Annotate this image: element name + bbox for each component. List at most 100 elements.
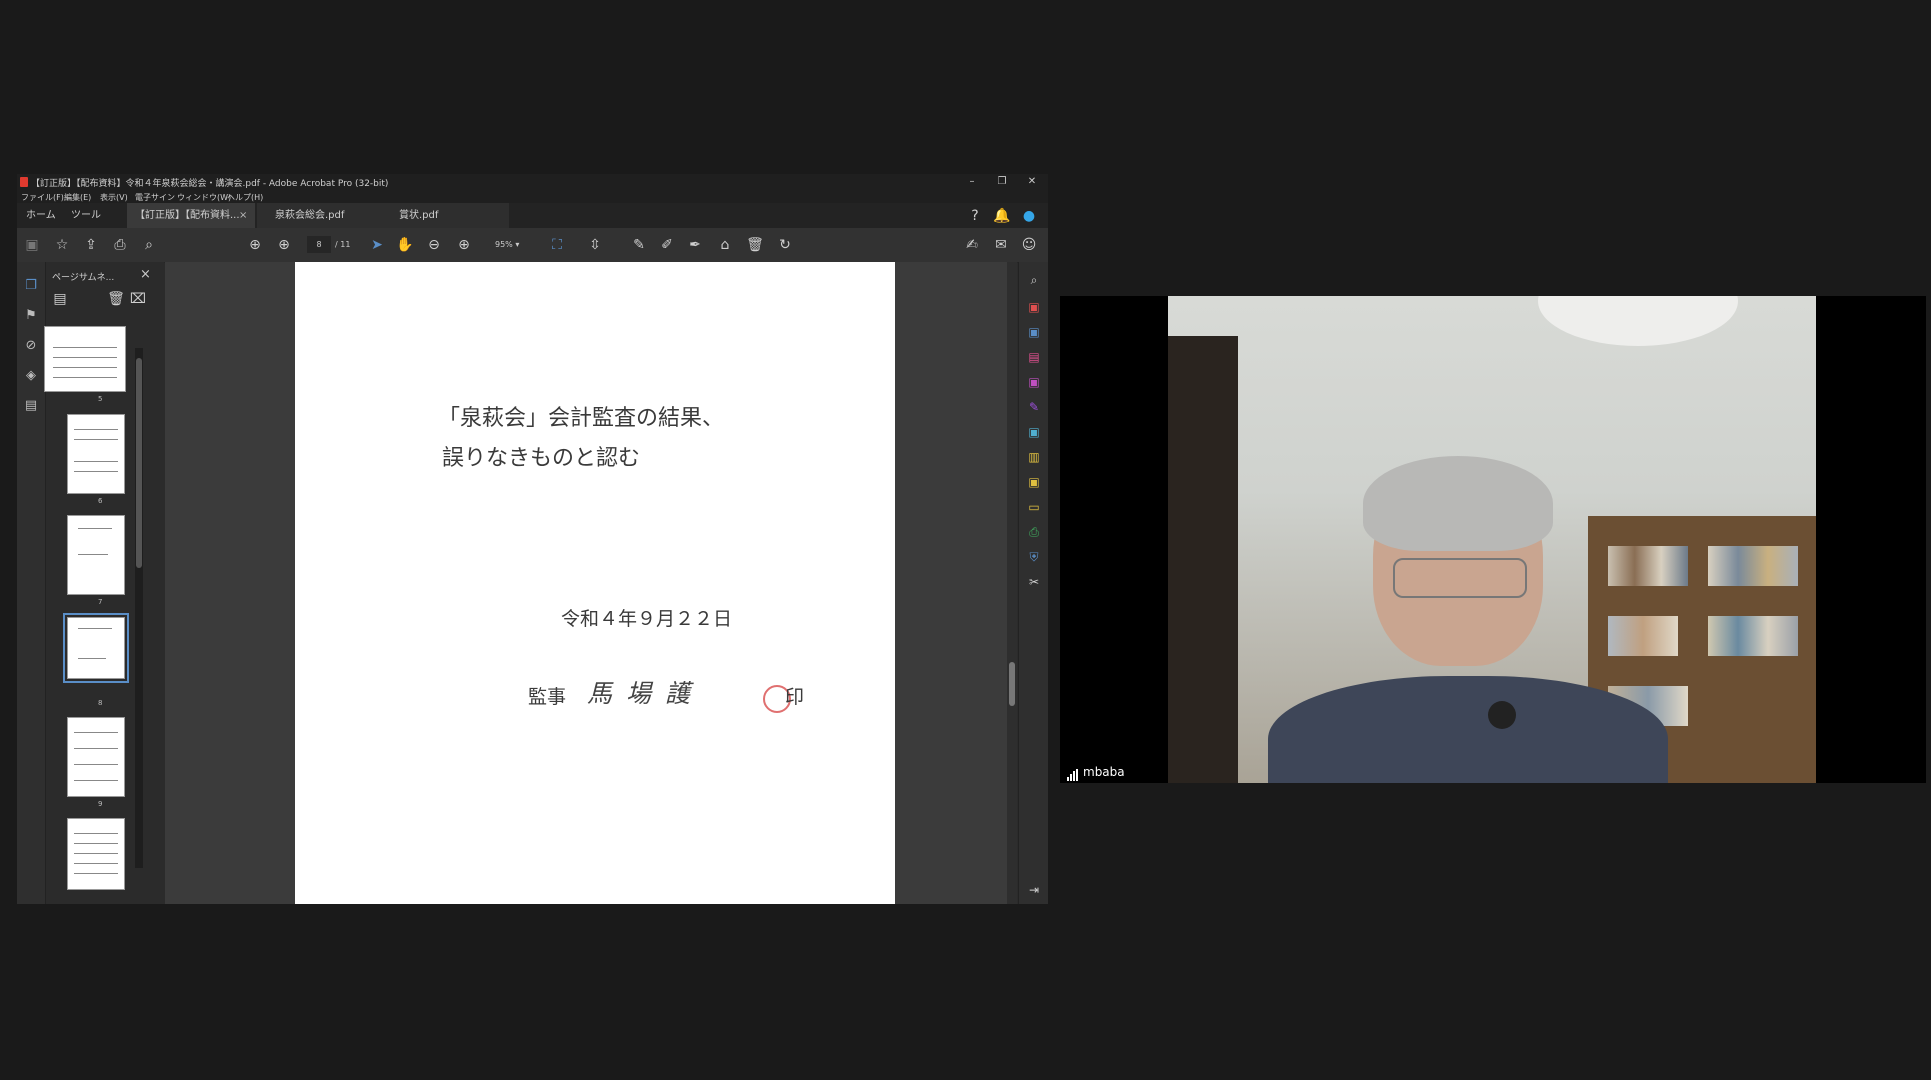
- tab-doc-active-label: 【訂正版】【配布資料...: [135, 210, 240, 221]
- thumbnail-label-6: 6: [98, 497, 103, 505]
- tab-tools[interactable]: ツール: [71, 203, 101, 228]
- collapse-rail-icon[interactable]: ⇥: [1026, 882, 1042, 898]
- bookshelf-left: [1168, 336, 1238, 783]
- insert-page-icon[interactable]: ⌧: [128, 290, 148, 308]
- bookmarks-icon[interactable]: ⚑: [21, 306, 41, 326]
- window-title: 【訂正版】【配布資料】令和４年泉萩会総会・講演会.pdf - Adobe Acr…: [31, 179, 389, 189]
- acrobat-window: 【訂正版】【配布資料】令和４年泉萩会総会・講演会.pdf - Adobe Acr…: [17, 174, 1048, 904]
- seal-suffix: 印: [785, 686, 805, 708]
- close-panel-icon[interactable]: ×: [140, 267, 151, 282]
- account-icon[interactable]: ●: [1019, 207, 1039, 225]
- menu-file[interactable]: ファイル(F): [21, 192, 64, 203]
- tab-home[interactable]: ホーム: [26, 203, 56, 228]
- restore-button[interactable]: ❐: [987, 175, 1017, 189]
- document-text-line-2: 誤りなきものと認む: [442, 446, 641, 471]
- fill-sign-icon[interactable]: ✍: [962, 236, 982, 254]
- bell-icon[interactable]: 🔔: [992, 207, 1012, 225]
- organize-pages-icon[interactable]: ▤: [1026, 349, 1042, 365]
- close-window-button[interactable]: ✕: [1017, 175, 1047, 189]
- tab-doc-sonkai[interactable]: 泉萩会総会.pdf: [257, 203, 385, 228]
- export-pdf-icon[interactable]: ▣: [1026, 299, 1042, 315]
- tab-doc-shojo[interactable]: 賞状.pdf: [379, 203, 509, 228]
- menu-window[interactable]: ウィンドウ(W): [177, 192, 231, 203]
- attachments-icon[interactable]: ⊘: [21, 336, 41, 356]
- thumbnail-page-9[interactable]: [67, 717, 125, 797]
- thumbnail-label-7: 7: [98, 598, 103, 606]
- participant-name: mbaba: [1083, 765, 1125, 779]
- zoom-out-icon[interactable]: ⊖: [424, 236, 444, 254]
- menu-help[interactable]: ヘルプ(H): [227, 192, 263, 203]
- thumbnail-page-8[interactable]: [63, 613, 129, 683]
- email-icon[interactable]: ✉: [991, 236, 1011, 254]
- page-number-input[interactable]: 8: [307, 236, 331, 253]
- print-production-icon[interactable]: ⎙: [1026, 524, 1042, 540]
- upload-icon[interactable]: ⇪: [81, 236, 101, 254]
- eyeglasses: [1393, 558, 1527, 598]
- next-page-icon[interactable]: ⊕: [274, 236, 294, 254]
- page-thumbnails-icon[interactable]: ❐: [21, 276, 41, 296]
- delete-icon[interactable]: 🗑: [745, 236, 765, 254]
- acrobat-app-icon: [20, 177, 28, 187]
- print-icon[interactable]: ⎙: [110, 236, 130, 254]
- compare-icon[interactable]: ▥: [1026, 449, 1042, 465]
- thumbnail-page-6[interactable]: [67, 414, 125, 494]
- thumbnail-page-10[interactable]: [67, 818, 125, 890]
- create-pdf-icon[interactable]: ▣: [1026, 324, 1042, 340]
- person-hair: [1363, 456, 1553, 551]
- thumbnail-label-9: 9: [98, 800, 103, 808]
- thumbnail-scrollbar-thumb[interactable]: [136, 358, 142, 568]
- zoom-value: 95%: [495, 240, 513, 249]
- layers-icon[interactable]: ◈: [21, 366, 41, 386]
- hand-tool-icon[interactable]: ✋: [395, 236, 415, 254]
- minimize-button[interactable]: –: [957, 175, 987, 189]
- protect-icon[interactable]: ⛨: [1026, 549, 1042, 565]
- share-user-icon[interactable]: ☺: [1019, 236, 1039, 254]
- close-tab-icon[interactable]: ×: [239, 203, 247, 228]
- send-for-comments-icon[interactable]: ▣: [1026, 474, 1042, 490]
- fit-page-icon[interactable]: ⛶: [547, 236, 567, 254]
- fill-and-sign-icon[interactable]: ✎: [1026, 399, 1042, 415]
- sign-icon[interactable]: ✒: [685, 236, 705, 254]
- delete-page-icon[interactable]: 🗑: [106, 290, 126, 308]
- document-properties-icon[interactable]: ▤: [21, 396, 41, 416]
- search-tool-icon[interactable]: ⌕: [1026, 272, 1042, 288]
- scroll-mode-icon[interactable]: ⇳: [585, 236, 605, 254]
- zoom-out-search-icon[interactable]: ⌕: [139, 236, 159, 254]
- rotate-icon[interactable]: ↻: [775, 236, 795, 254]
- thumbnails-panel-title: ページサムネ...: [52, 273, 115, 283]
- tab-doc-active[interactable]: 【訂正版】【配布資料... ×: [127, 203, 255, 228]
- thumbnail-tools: ▤ 🗑 ⌧: [46, 290, 164, 310]
- edit-pdf-icon[interactable]: ▣: [1026, 374, 1042, 390]
- help-icon[interactable]: ?: [965, 207, 985, 225]
- save-icon[interactable]: ▣: [22, 236, 42, 254]
- document-scrollbar[interactable]: [1007, 262, 1017, 904]
- scan-ocr-icon[interactable]: ▣: [1026, 424, 1042, 440]
- thumbnail-scrollbar[interactable]: [135, 348, 143, 868]
- menu-edit[interactable]: 編集(E): [64, 192, 91, 203]
- thumbnail-label-8: 8: [98, 699, 103, 707]
- headset-microphone: [1488, 701, 1516, 729]
- thumbnail-page-7[interactable]: [67, 515, 125, 595]
- bookmark-star-icon[interactable]: ☆: [52, 236, 72, 254]
- menu-e-sign[interactable]: 電子サイン: [135, 192, 175, 203]
- comment-tool-icon[interactable]: ▭: [1026, 499, 1042, 515]
- left-navigation-rail: ❐ ⚑ ⊘ ◈ ▤: [17, 262, 46, 904]
- thumbnail-page-5[interactable]: [44, 326, 126, 392]
- zoom-in-icon[interactable]: ⊕: [454, 236, 474, 254]
- ceiling-lamp: [1538, 296, 1738, 346]
- thumbnail-options-icon[interactable]: ▤: [50, 290, 70, 308]
- select-cursor-icon[interactable]: ➤: [367, 236, 387, 254]
- document-date: 令和４年９月２２日: [561, 608, 733, 630]
- zoom-level-dropdown[interactable]: 95% ▾: [495, 236, 531, 253]
- main-toolbar: ▣ ☆ ⇪ ⎙ ⌕ ⊕ ⊕ 8 / 11 ➤ ✋ ⊖ ⊕ 95% ▾ ⛶ ⇳ ✎…: [17, 228, 1048, 263]
- highlight-pen-icon[interactable]: ✐: [657, 236, 677, 254]
- prev-page-icon[interactable]: ⊕: [245, 236, 265, 254]
- comment-icon[interactable]: ✎: [629, 236, 649, 254]
- menu-view[interactable]: 表示(V): [100, 192, 128, 203]
- more-tools-icon[interactable]: ✂: [1026, 574, 1042, 590]
- document-view: 「泉萩会」会計監査の結果、 誤りなきものと認む 令和４年９月２２日 監事 馬場護…: [165, 262, 1013, 904]
- stamp-icon[interactable]: ⌂: [715, 236, 735, 254]
- document-scrollbar-thumb[interactable]: [1009, 662, 1015, 706]
- page-thumbnails-panel: ページサムネ... × ▤ 🗑 ⌧ 5 6 7 8 9: [44, 262, 164, 904]
- handwritten-signature: 馬場護: [587, 679, 705, 708]
